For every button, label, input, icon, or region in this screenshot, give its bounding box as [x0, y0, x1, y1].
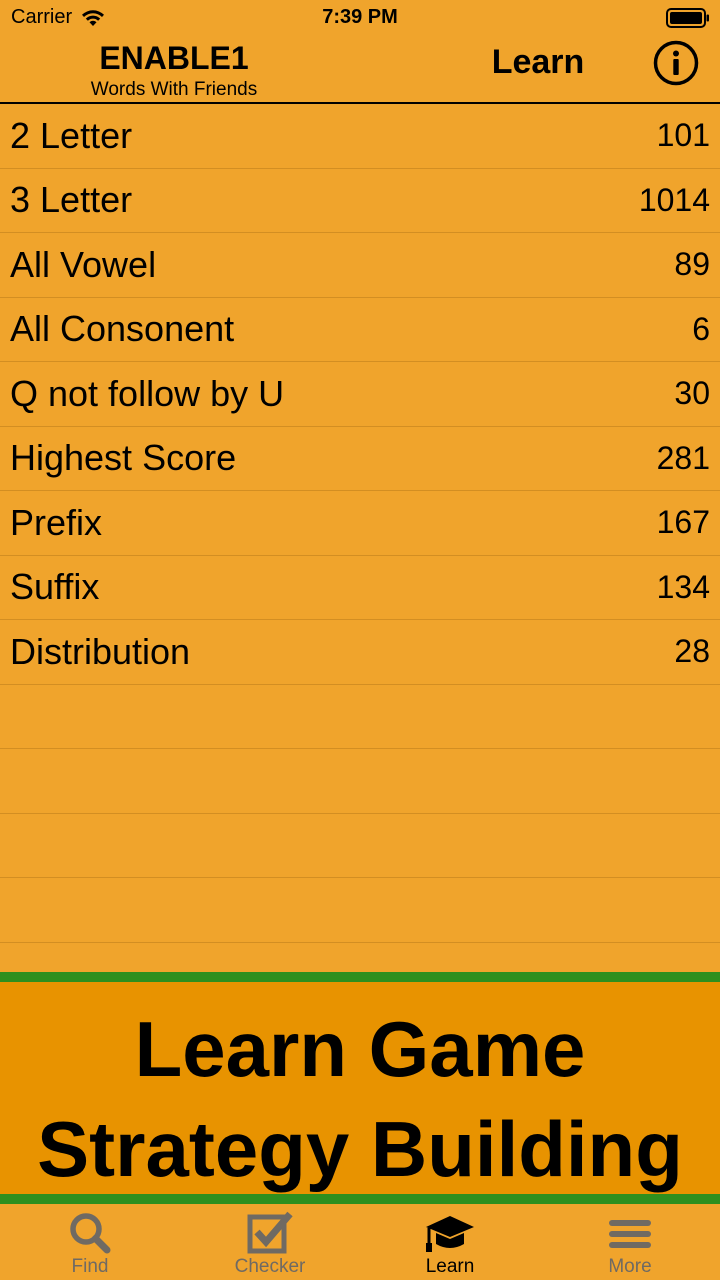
item-label: Distribution — [10, 630, 191, 672]
item-count: 281 — [656, 439, 710, 476]
info-icon[interactable] — [653, 40, 699, 86]
tab-label: Checker — [234, 1256, 306, 1277]
learn-category-list: 2 Letter 101 3 Letter 1014 All Vowel 89 … — [0, 104, 720, 943]
status-time: 7:39 PM — [322, 6, 398, 28]
app-title: ENABLE1 — [99, 40, 249, 76]
tab-label: Learn — [425, 1256, 475, 1277]
item-count: 30 — [674, 375, 710, 412]
item-count: 28 — [674, 633, 710, 670]
tab-find[interactable]: Find — [0, 1204, 180, 1280]
checkbox-icon — [245, 1210, 295, 1256]
item-count: 101 — [656, 117, 710, 154]
tab-bar: Find Checker Learn More — [0, 1204, 720, 1280]
list-item[interactable]: 3 Letter 1014 — [0, 169, 720, 233]
item-label: All Consonent — [10, 308, 235, 350]
search-icon — [65, 1210, 115, 1256]
list-item[interactable]: Highest Score 281 — [0, 427, 720, 491]
item-label: Highest Score — [10, 437, 237, 479]
item-count: 134 — [656, 568, 710, 605]
banner-line-1: Learn Game — [134, 1005, 586, 1093]
empty-row — [0, 878, 720, 943]
tab-label: More — [608, 1256, 652, 1277]
item-count: 6 — [692, 310, 710, 347]
item-count: 89 — [674, 246, 710, 283]
empty-row — [0, 814, 720, 878]
empty-row — [0, 685, 720, 749]
item-label: Prefix — [10, 501, 103, 543]
page-title: Learn — [491, 43, 585, 81]
app-subtitle: Words With Friends — [90, 79, 258, 100]
list-item[interactable]: Q not follow by U 30 — [0, 362, 720, 427]
list-item[interactable]: Prefix 167 — [0, 491, 720, 556]
tab-label: Find — [71, 1256, 109, 1277]
item-label: All Vowel — [10, 243, 157, 285]
list-item[interactable]: Suffix 134 — [0, 556, 720, 620]
item-count: 1014 — [638, 181, 710, 218]
item-label: 3 Letter — [10, 179, 133, 221]
item-label: 2 Letter — [10, 114, 133, 156]
item-label: Suffix — [10, 566, 100, 608]
list-item[interactable]: All Vowel 89 — [0, 233, 720, 298]
title-block: ENABLE1 Words With Friends — [74, 40, 274, 102]
battery-icon — [666, 8, 710, 28]
list-item[interactable]: 2 Letter 101 — [0, 104, 720, 169]
tab-checker[interactable]: Checker — [180, 1204, 360, 1280]
list-item[interactable]: Distribution 28 — [0, 620, 720, 685]
graduation-cap-icon — [425, 1210, 475, 1256]
tab-learn[interactable]: Learn — [360, 1204, 540, 1280]
empty-row — [0, 749, 720, 814]
item-label: Q not follow by U — [10, 372, 285, 414]
menu-icon — [605, 1210, 655, 1256]
promo-banner[interactable]: Learn Game Strategy Building — [0, 972, 720, 1204]
list-item[interactable]: All Consonent 6 — [0, 298, 720, 362]
item-count: 167 — [656, 504, 710, 541]
banner-line-2: Strategy Building — [37, 1105, 683, 1193]
status-bar: Carrier 7:39 PM — [0, 0, 720, 36]
tab-more[interactable]: More — [540, 1204, 720, 1280]
navigation-header: ENABLE1 Words With Friends Learn — [0, 36, 720, 104]
